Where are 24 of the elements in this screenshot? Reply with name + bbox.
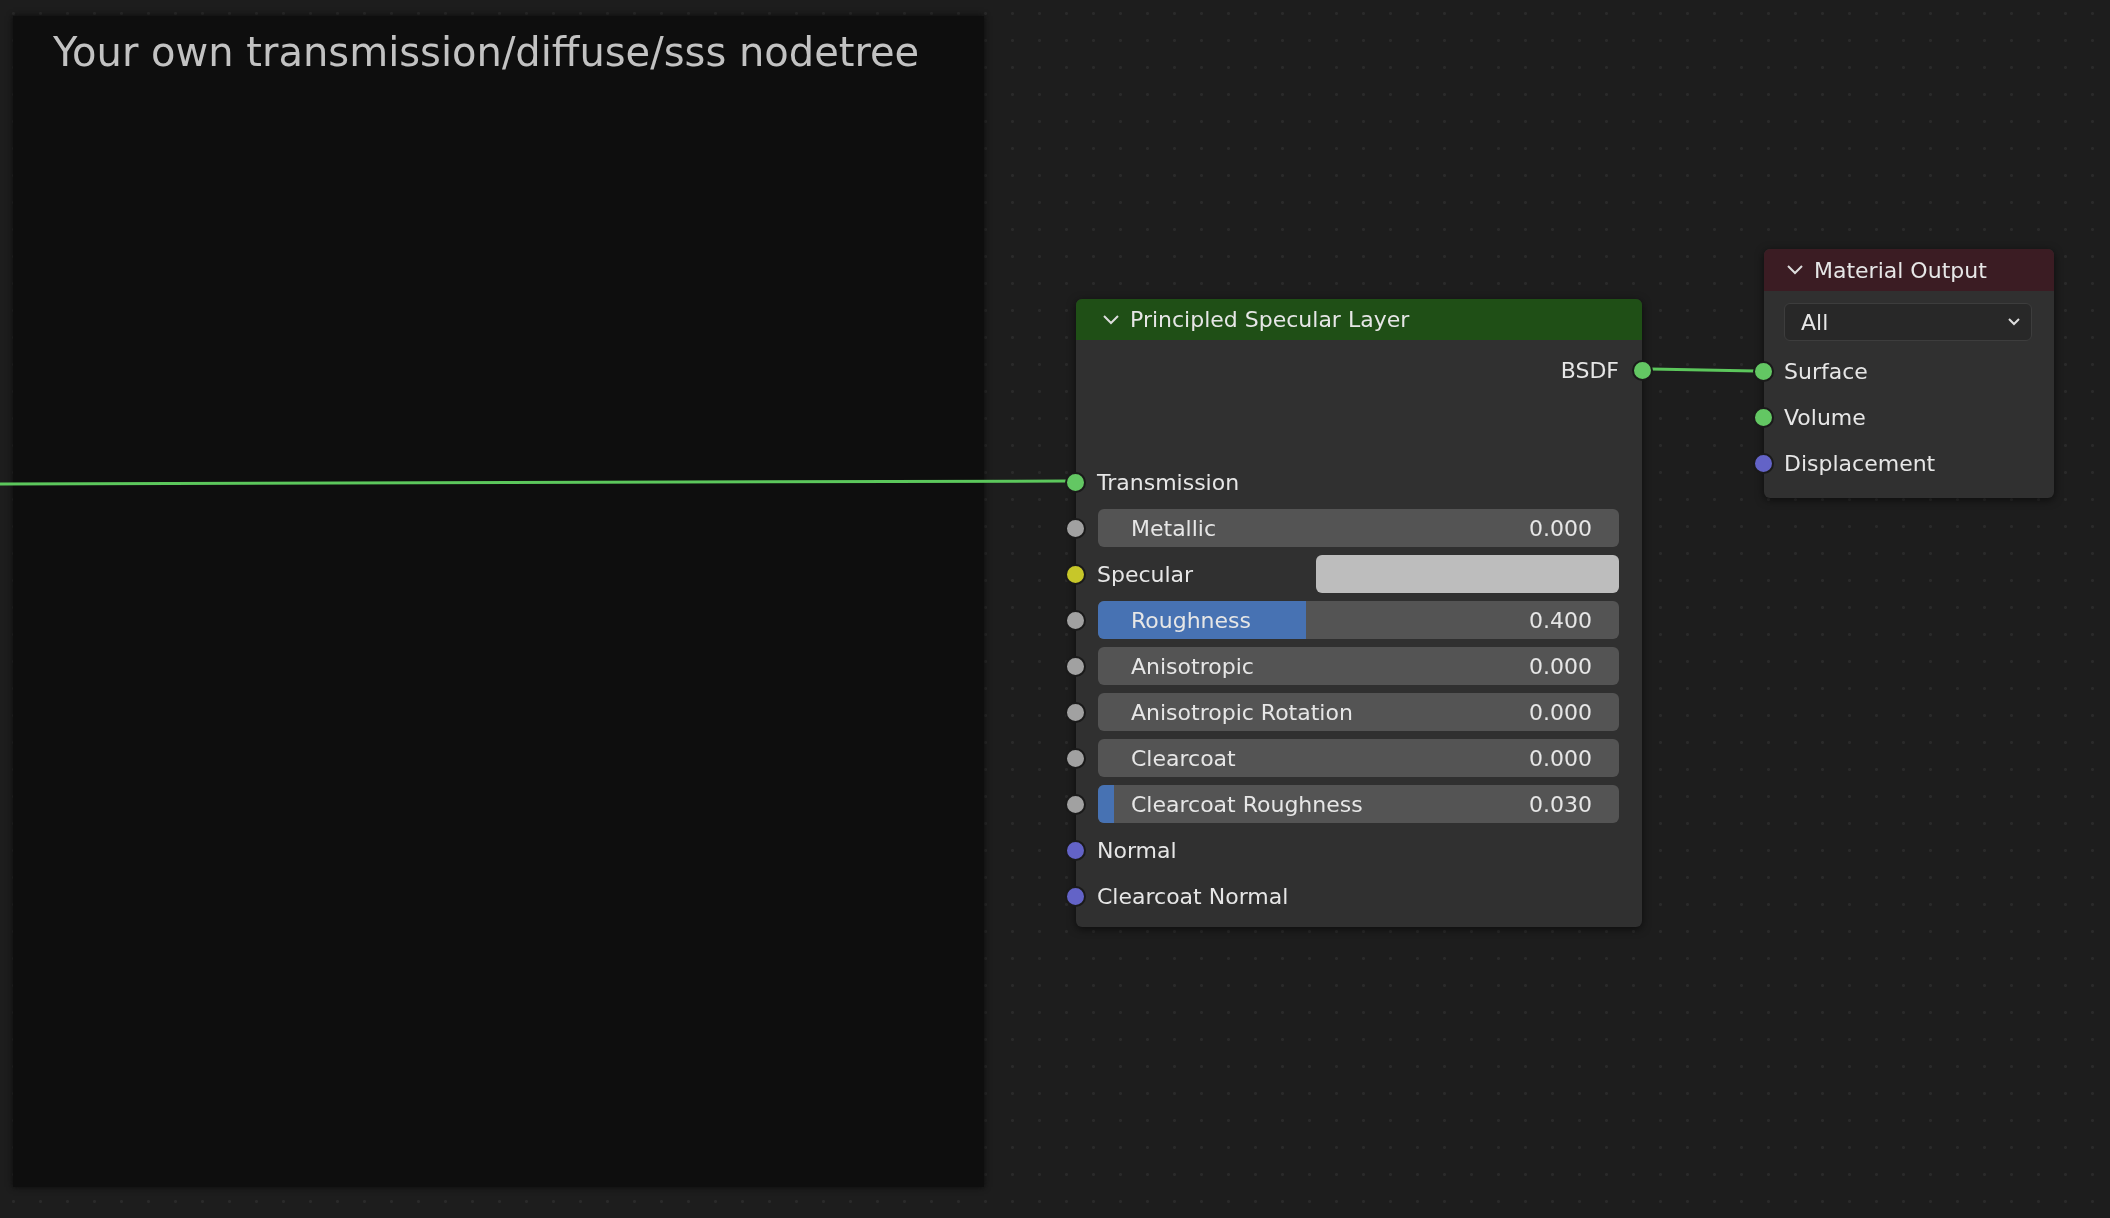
socket-label: Volume	[1784, 404, 1866, 430]
chevron-icon[interactable]	[1102, 313, 1120, 326]
value-slider[interactable]: Metallic 0.000	[1098, 509, 1619, 547]
socket-label: Displacement	[1784, 450, 1936, 476]
node-header[interactable]: Material Output	[1764, 249, 2054, 291]
value-slider[interactable]: Anisotropic Rotation 0.000	[1098, 693, 1619, 731]
socket-label: Specular	[1097, 561, 1194, 587]
node-header[interactable]: Principled Specular Layer	[1076, 299, 1642, 340]
socket-label: BSDF	[1560, 357, 1619, 383]
value-slider[interactable]: Anisotropic 0.000	[1098, 647, 1619, 685]
socket-label: Transmission	[1097, 469, 1240, 495]
value-slider[interactable]: Clearcoat 0.000	[1098, 739, 1619, 777]
socket-label: Normal	[1097, 837, 1177, 863]
node-title: Principled Specular Layer	[1130, 307, 1410, 332]
chevron-icon	[2007, 317, 2021, 327]
socket-label: Surface	[1784, 358, 1868, 384]
value-slider[interactable]: Roughness 0.400	[1098, 601, 1619, 639]
node-title: Material Output	[1814, 257, 1987, 283]
socket-label: Clearcoat Normal	[1097, 883, 1289, 909]
color-swatch[interactable]	[1316, 555, 1619, 593]
frame-label: Your own transmission/diffuse/sss nodetree	[53, 29, 920, 75]
value-slider[interactable]: Clearcoat Roughness 0.030	[1098, 785, 1619, 823]
target-dropdown[interactable]: All	[1784, 303, 2032, 341]
chevron-icon[interactable]	[1786, 264, 1804, 276]
